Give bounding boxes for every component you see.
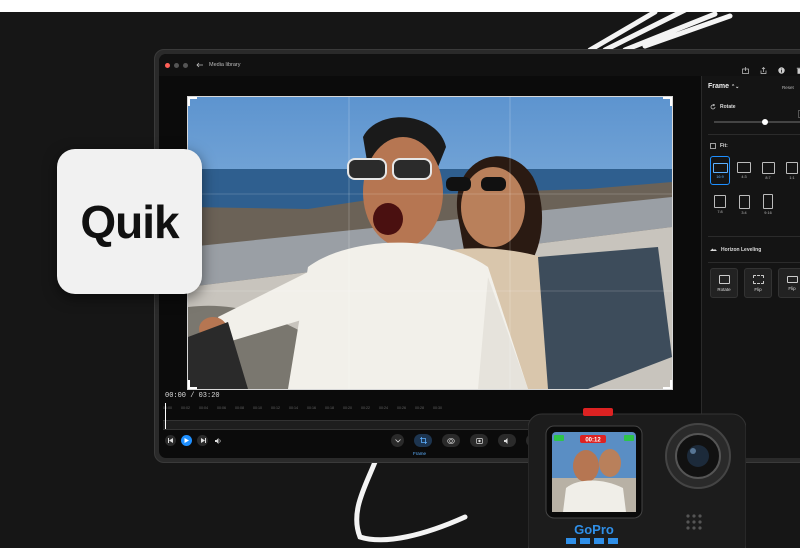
ruler-tick: 00:16 [307,406,316,410]
frame-tool-label: Frame [413,451,427,456]
rotate-section: Rotate [710,104,736,110]
brush-stroke-top [587,12,733,53]
crop-handle-bottom-left[interactable] [188,380,197,389]
timecode: 00:00 / 03:20 [165,392,220,400]
horizon-label: Horizon Leveling [721,247,762,253]
close-window-button[interactable] [165,62,170,68]
ratio-1-1[interactable]: 1:1 [782,156,800,185]
ruler-tick: 00:10 [253,406,262,410]
transform-tools: Rotate Flip Flip [710,268,800,298]
divider [708,236,800,237]
import-icon[interactable] [742,61,749,74]
camera-brand: GoPro [574,522,614,537]
chevron-updown-icon: ⌃⌄ [730,84,740,90]
ruler-tick: 00:28 [415,406,424,410]
horizon-icon [710,248,717,251]
brush-stroke-bottom [354,459,468,543]
trash-icon[interactable] [796,61,800,74]
fit-icon [710,143,716,149]
volume-icon [215,437,221,444]
divider [708,262,800,263]
skip-back-icon [167,438,173,443]
reset-button[interactable]: Reset [782,85,794,90]
flip-vertical-button[interactable]: Flip [778,268,800,298]
ruler-tick: 00:26 [397,406,406,410]
ratio-8-7[interactable]: 8:7 [758,156,778,185]
aspect-ratio-grid: 16:9 4:3 8:7 1:1 7:8 3:4 9:16 [710,156,800,219]
rotate-icon [718,274,730,284]
share-icon[interactable] [760,61,767,74]
skip-forward-icon [200,438,206,443]
divider [708,134,800,135]
edit-toolbar: Aa [391,434,544,447]
ruler-tick: 00:12 [271,406,280,410]
rotate-slider[interactable] [714,119,800,125]
crop-handle-top-right[interactable] [663,97,672,106]
filters-tool-button[interactable] [442,434,460,447]
ratio-16-9[interactable]: 16:9 [710,156,730,185]
fit-section: Fit: [710,143,728,149]
ruler-tick: 00:04 [199,406,208,410]
rotate-slider-knob[interactable] [762,119,768,125]
ruler-tick: 00:22 [361,406,370,410]
playback-controls [165,435,224,446]
filters-icon [447,437,455,444]
skip-back-button[interactable] [165,435,176,446]
flip-vertical-icon [786,275,798,283]
zoom-window-button[interactable] [183,62,188,68]
adjust-tool-button[interactable] [470,434,488,447]
frame-tool-button[interactable] [414,434,432,447]
window-title: Media library [209,62,241,68]
selfie-photo [188,97,672,389]
playhead[interactable] [165,403,166,429]
ratio-3-4[interactable]: 3:4 [734,190,754,219]
frame-panel: Frame ⌃⌄ Reset Rotate 0° Fit: 16:9 4:3 8… [701,76,800,458]
ruler-tick: 00:02 [181,406,190,410]
play-icon [184,438,189,443]
app-window: Media library 00:00 / 03:20 00:00 00:02 … [159,54,800,458]
panel-title[interactable]: Frame ⌃⌄ [708,83,739,90]
back-arrow-icon [196,62,203,68]
info-icon[interactable] [778,61,785,74]
rotate-icon [710,104,716,110]
ruler-tick: 00:30 [433,406,442,410]
breadcrumb[interactable]: Media library [196,62,240,68]
audio-tool-button[interactable] [498,434,516,447]
rotate-label: Rotate [720,104,736,110]
flip-horizontal-button[interactable]: Flip [744,268,772,298]
camera-screen-time: 00:12 [585,438,601,444]
ratio-4-3[interactable]: 4:3 [734,156,754,185]
rotate-tool-button[interactable]: Rotate [710,268,738,298]
ruler-tick: 00:08 [235,406,244,410]
ruler-tick: 00:18 [325,406,334,410]
photo-canvas[interactable] [187,96,673,390]
minimize-window-button[interactable] [174,62,179,68]
flip-horizontal-icon [752,274,764,284]
ruler-tick: 00:14 [289,406,298,410]
play-button[interactable] [181,435,192,446]
horizon-section: Horizon Leveling [710,247,761,253]
laptop-frame: Media library 00:00 / 03:20 00:00 00:02 … [154,49,800,463]
fit-label: Fit: [720,143,728,149]
quik-app-logo: Quik [57,149,202,294]
ruler-tick: 00:06 [217,406,226,410]
crop-icon [419,437,427,444]
logo-text: Quik [80,195,179,248]
chevron-down-icon [394,438,401,443]
ruler-tick: 00:24 [379,406,388,410]
hero-stage: Media library 00:00 / 03:20 00:00 00:02 … [0,12,800,548]
skip-forward-button[interactable] [197,435,208,446]
adjust-icon [475,437,483,444]
ruler-tick: 00:20 [343,406,352,410]
speaker-icon [504,437,508,444]
collapse-button[interactable] [391,434,404,447]
title-bar: Media library [159,54,800,76]
ratio-7-8[interactable]: 7:8 [710,190,730,219]
crop-handle-top-left[interactable] [188,97,197,106]
ratio-9-16[interactable]: 9:16 [758,190,778,219]
volume-button[interactable] [213,435,224,446]
gopro-camera: 00:12 GoPro [528,408,746,548]
crop-handle-bottom-right[interactable] [663,380,672,389]
